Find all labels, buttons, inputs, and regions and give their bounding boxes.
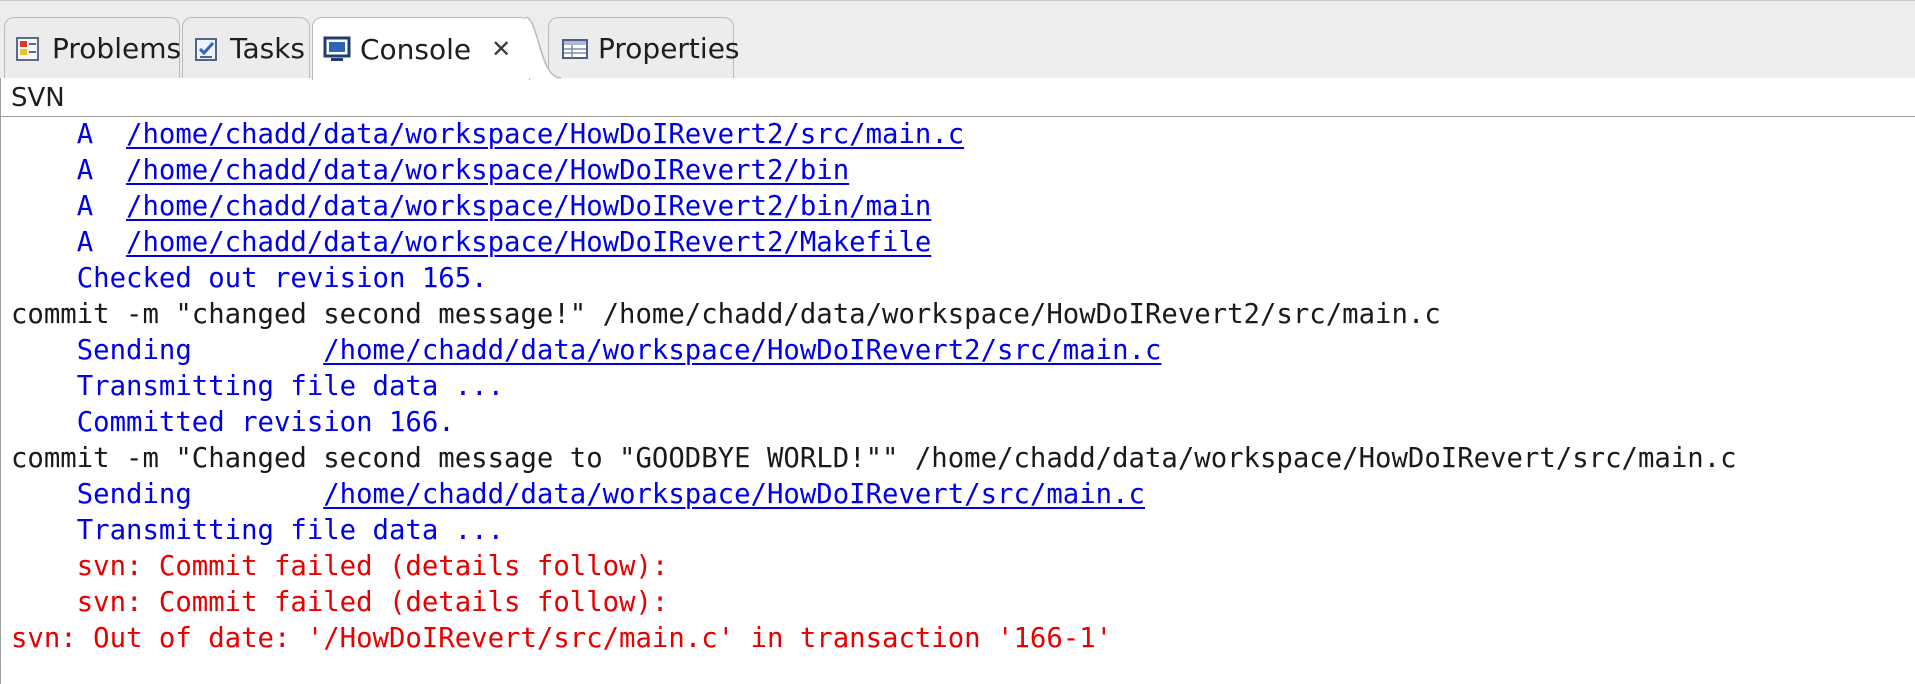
tab-console[interactable]: Console ✕	[312, 17, 530, 80]
console-line: Transmitting file data ...	[11, 371, 505, 402]
close-icon[interactable]: ✕	[491, 35, 511, 63]
active-tab-curve	[525, 17, 561, 79]
console-line: Committed revision 166.	[11, 407, 455, 438]
file-link[interactable]: /home/chadd/data/workspace/HowDoIRevert/…	[323, 479, 1145, 510]
command-line: commit -m "Changed second message to "GO…	[11, 443, 1737, 474]
error-line: svn: Commit failed (details follow):	[11, 587, 669, 618]
file-link[interactable]: /home/chadd/data/workspace/HowDoIRevert2…	[126, 227, 931, 258]
file-link[interactable]: /home/chadd/data/workspace/HowDoIRevert2…	[126, 119, 964, 150]
file-link[interactable]: /home/chadd/data/workspace/HowDoIRevert2…	[323, 335, 1161, 366]
console-line: A /home/chadd/data/workspace/HowDoIRever…	[11, 119, 965, 150]
console-line: A /home/chadd/data/workspace/HowDoIRever…	[11, 227, 932, 258]
console-line: A /home/chadd/data/workspace/HowDoIRever…	[11, 191, 932, 222]
file-link[interactable]: /home/chadd/data/workspace/HowDoIRevert2…	[126, 191, 931, 222]
properties-icon	[561, 35, 589, 63]
console-line: Transmitting file data ...	[11, 515, 505, 546]
tab-properties-label: Properties	[598, 32, 740, 65]
error-line: svn: Commit failed (details follow):	[11, 551, 669, 582]
error-line: svn: Out of date: '/HowDoIRevert/src/mai…	[11, 623, 1113, 654]
console-line: Checked out revision 165.	[11, 263, 488, 294]
tab-tasks-label: Tasks	[230, 32, 306, 65]
tab-tasks[interactable]: Tasks	[182, 17, 310, 79]
console-line: Sending /home/chadd/data/workspace/HowDo…	[11, 335, 1162, 366]
tab-problems[interactable]: Problems	[4, 17, 182, 79]
view-tab-bar: Problems Tasks Console ✕ Properties	[0, 0, 1915, 80]
command-line: commit -m "changed second message!" /hom…	[11, 299, 1441, 330]
tasks-icon	[193, 35, 221, 63]
file-link[interactable]: /home/chadd/data/workspace/HowDoIRevert2…	[126, 155, 849, 186]
console-name: SVN	[0, 78, 1915, 116]
tab-console-label: Console	[360, 32, 472, 66]
console-icon	[323, 35, 351, 63]
tab-problems-label: Problems	[52, 32, 182, 65]
console-output[interactable]: A /home/chadd/data/workspace/HowDoIRever…	[0, 116, 1915, 684]
console-line: Sending /home/chadd/data/workspace/HowDo…	[11, 479, 1145, 510]
problems-icon	[15, 35, 43, 63]
tab-properties[interactable]: Properties	[548, 17, 740, 79]
console-line: A /home/chadd/data/workspace/HowDoIRever…	[11, 155, 850, 186]
